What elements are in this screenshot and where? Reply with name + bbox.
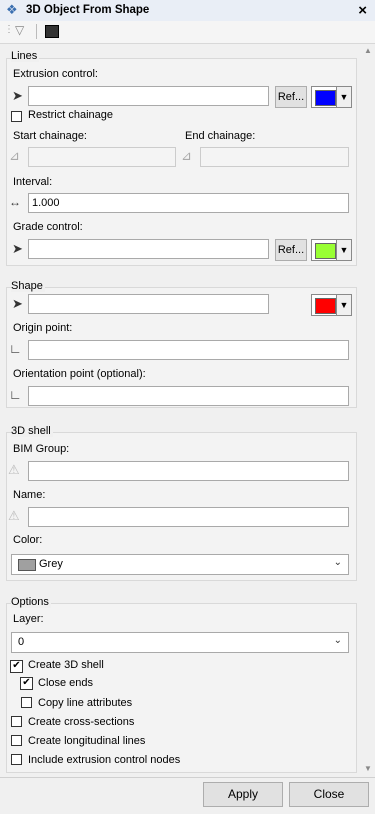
orientation-point-label: Orientation point (optional): [13,368,146,380]
interval-label: Interval: [13,176,53,188]
toolbar-divider [36,24,37,39]
pointer-icon[interactable]: ➤ [12,241,23,257]
grade-control-input[interactable] [28,239,269,259]
chevron-down-icon: ▼ [336,295,351,315]
grade-control-label: Grade control: [13,221,83,233]
end-chainage-label: End chainage: [185,130,256,142]
measure-angle-icon: ⊿ [9,148,20,163]
cross-sections-label: Create cross-sections [28,716,135,728]
point-pick-icon[interactable]: ∟ [9,341,22,356]
bim-group-label: BIM Group: [13,443,70,455]
close-button[interactable]: Close [289,782,369,807]
point-pick-icon[interactable]: ∟ [9,387,22,402]
footer-divider [0,777,375,778]
copy-attributes-label: Copy line attributes [38,697,133,709]
layer-label: Layer: [13,613,44,625]
shape-header: Shape [11,280,45,292]
extrusion-color-button[interactable]: ▼ [311,86,352,108]
close-ends-checkbox[interactable]: ✔ [20,677,33,690]
chevron-down-icon: ▼ [336,87,351,107]
options-header: Options [11,596,51,608]
grip-icon: ⋮ [4,24,14,35]
lines-header: Lines [11,50,40,62]
shape-input[interactable] [28,294,269,314]
cube-app-icon: ❖ [6,2,18,17]
interval-input[interactable] [28,193,349,213]
orientation-point-input[interactable] [28,386,349,406]
restrict-chainage-checkbox[interactable] [11,111,22,122]
grade-ref-button[interactable]: Ref... [275,239,307,261]
chevron-down-icon: ▼ [336,240,351,260]
close-icon[interactable]: × [358,2,367,19]
bim-group-input[interactable] [28,461,349,481]
chevron-down-icon: ⌄ [333,557,342,568]
window-title: 3D Object From Shape [26,4,150,16]
color-swatch [315,298,336,314]
scroll-up-icon[interactable]: ▲ [364,46,372,55]
filter-icon[interactable]: ▽ [15,23,24,37]
grade-color-button[interactable]: ▼ [311,239,352,261]
extrusion-label: Extrusion control: [13,68,98,80]
color-swatch [315,243,336,259]
longitudinal-label: Create longitudinal lines [28,735,146,747]
bim-triangle-icon: ⚠ [8,462,20,477]
shell-color-value: Grey [39,558,63,570]
origin-point-label: Origin point: [13,322,73,334]
extrusion-ref-button[interactable]: Ref... [275,86,307,108]
create-shell-checkbox[interactable]: ✔ [10,660,23,673]
cross-sections-checkbox[interactable] [11,716,22,727]
include-nodes-label: Include extrusion control nodes [28,754,181,766]
title-bar: ❖ 3D Object From Shape × [0,0,375,22]
name-label: Name: [13,489,46,501]
layer-select[interactable]: 0 ⌄ [11,632,349,653]
color-swatch [315,90,336,106]
color-swatch [18,559,36,571]
extrusion-input[interactable] [28,86,269,106]
interval-arrow-icon: ↔ [9,195,21,209]
console-icon[interactable] [45,25,59,38]
measure-angle-icon: ⊿ [181,148,192,163]
apply-button[interactable]: Apply [203,782,283,807]
shell-color-select[interactable]: Grey ⌄ [11,554,349,575]
toolbar: ⋮ ▽ [0,21,375,44]
scroll-down-icon[interactable]: ▼ [364,764,372,773]
start-chainage-label: Start chainage: [13,130,87,142]
restrict-chainage-label: Restrict chainage [28,109,113,121]
chevron-down-icon: ⌄ [333,635,342,646]
origin-point-input[interactable] [28,340,349,360]
color-label: Color: [13,534,43,546]
include-nodes-checkbox[interactable] [11,754,22,765]
scrollbar[interactable]: ▲ ▼ [362,44,375,777]
bim-triangle-icon: ⚠ [8,508,20,523]
pointer-icon[interactable]: ➤ [12,88,23,104]
longitudinal-checkbox[interactable] [11,735,22,746]
name-input[interactable] [28,507,349,527]
shape-color-button[interactable]: ▼ [311,294,352,316]
end-chainage-input[interactable] [200,147,349,167]
pointer-icon[interactable]: ➤ [12,296,23,312]
shell-header: 3D shell [11,425,53,437]
copy-attributes-checkbox[interactable] [21,697,32,708]
start-chainage-input[interactable] [28,147,176,167]
layer-value: 0 [18,636,25,648]
close-ends-label: Close ends [38,677,94,689]
create-shell-label: Create 3D shell [28,659,104,671]
